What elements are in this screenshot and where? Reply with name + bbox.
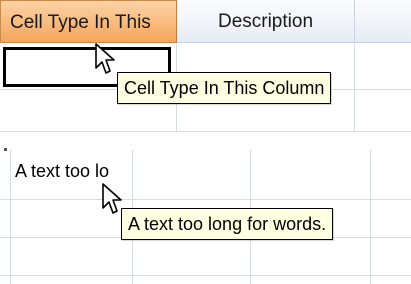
grid-corner-mark xyxy=(4,148,7,151)
column-header-cell-type[interactable]: Cell Type In This xyxy=(0,0,177,43)
truncated-cell-text[interactable]: A text too lo xyxy=(15,161,109,182)
grid-line xyxy=(0,275,411,276)
grid-line xyxy=(10,150,11,284)
cell-tooltip: A text too long for words. xyxy=(121,208,334,240)
arrow-pointer-icon xyxy=(95,43,115,74)
grid-column-header-tooltip-example: Cell Type In This Description Cell Type … xyxy=(0,0,411,132)
column-header-tooltip: Cell Type In This Column xyxy=(117,72,332,104)
arrow-pointer-icon xyxy=(102,183,122,214)
column-header-description[interactable]: Description xyxy=(177,0,355,43)
grid-line xyxy=(0,199,411,200)
grid-line xyxy=(354,44,355,132)
column-header-extra[interactable] xyxy=(355,0,411,43)
column-header-row: Cell Type In This Description xyxy=(0,0,411,44)
grid-line xyxy=(370,150,371,284)
grid-line xyxy=(0,131,411,132)
